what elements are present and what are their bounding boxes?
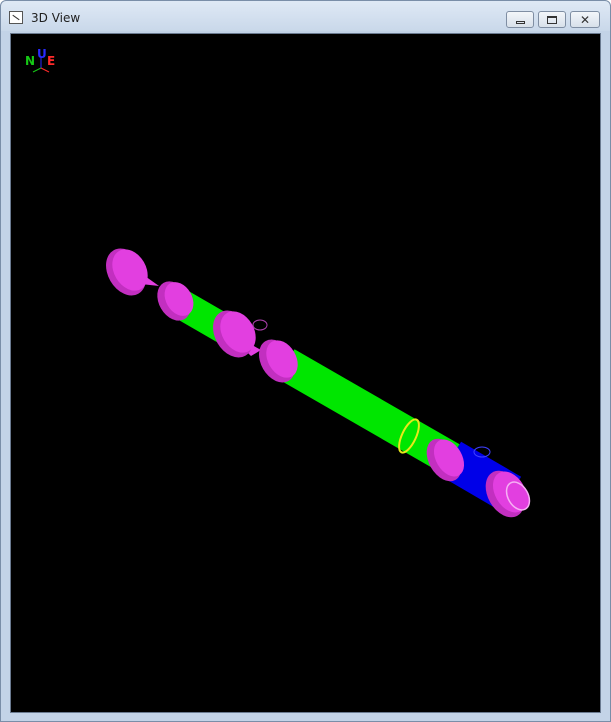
flange-1: [106, 248, 148, 296]
title-bar[interactable]: 3D View ✕: [1, 1, 610, 32]
restore-button[interactable]: [538, 11, 566, 28]
node-marker-1: [252, 319, 268, 331]
minimize-button[interactable]: [506, 11, 534, 28]
close-button[interactable]: ✕: [570, 11, 600, 28]
restore-icon: [547, 15, 557, 24]
window-3d-view: 3D View ✕ U N E: [0, 0, 611, 722]
minimize-icon: [515, 21, 525, 24]
close-icon: ✕: [579, 12, 591, 27]
window-title: 3D View: [31, 11, 81, 25]
pipe-model[interactable]: [11, 34, 601, 713]
3d-viewport[interactable]: U N E: [10, 33, 601, 713]
app-icon[interactable]: [9, 11, 23, 24]
pipe-segment-2: [277, 349, 460, 474]
